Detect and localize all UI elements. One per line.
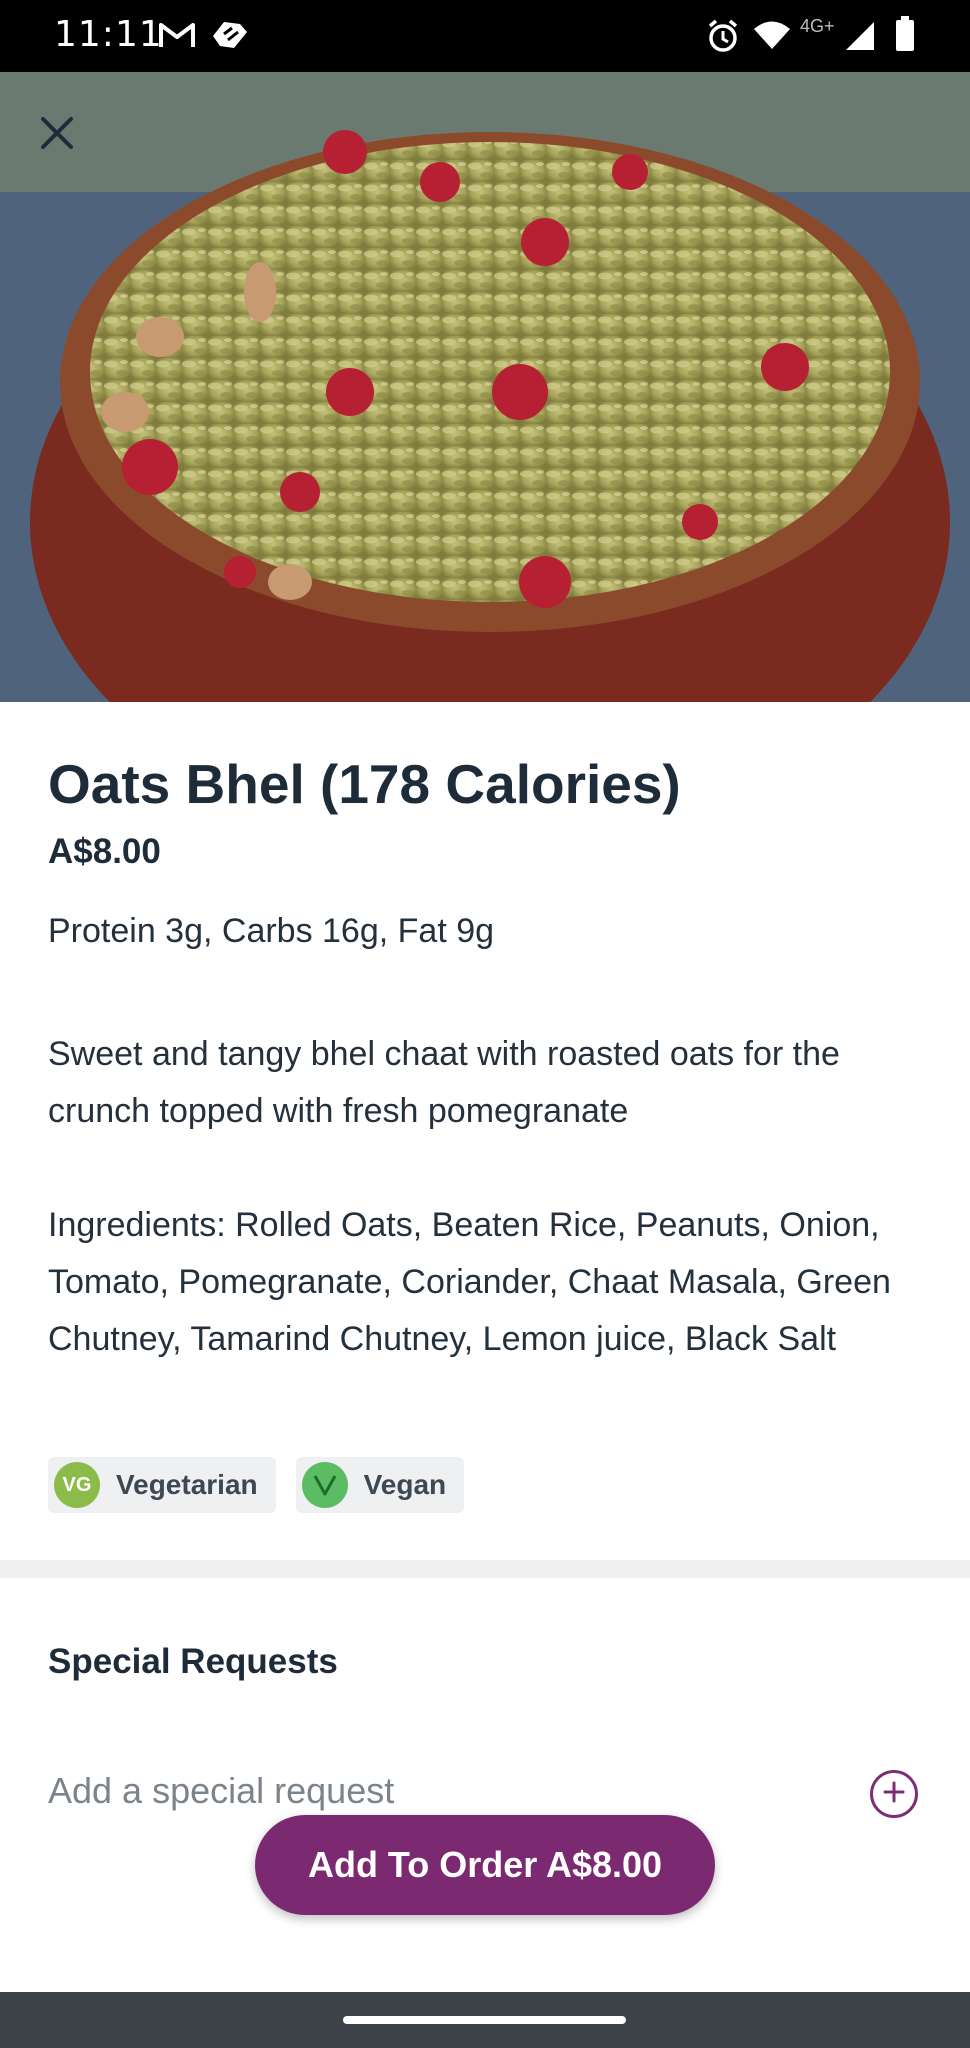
item-price: A$8.00 — [48, 832, 161, 871]
tag-label: Vegetarian — [116, 1469, 258, 1500]
special-requests-heading: Special Requests — [48, 1642, 338, 1681]
signal-icon — [844, 20, 876, 57]
status-bar: 11:11 4G+ — [0, 0, 970, 72]
vegetarian-badge-icon: VG — [54, 1462, 100, 1508]
dietary-tags: VG Vegetarian Vegan — [48, 1457, 465, 1513]
vegan-badge-icon — [301, 1462, 348, 1508]
item-title: Oats Bhel (178 Calories) — [48, 753, 681, 815]
special-request-field[interactable]: Add a special request — [48, 1770, 394, 1812]
item-macros: Protein 3g, Carbs 16g, Fat 9g — [48, 912, 495, 950]
tag-vegan: Vegan — [295, 1457, 465, 1513]
plus-icon[interactable] — [882, 1780, 906, 1809]
add-special-request-button[interactable] — [870, 1770, 918, 1818]
wifi-icon — [752, 20, 792, 55]
status-time: 11:11 — [54, 14, 163, 55]
network-type-label: 4G+ — [800, 16, 835, 36]
dish-image — [0, 72, 970, 702]
add-to-order-button[interactable]: Add To Order A$8.00 — [255, 1815, 715, 1915]
gmail-icon — [158, 20, 196, 55]
close-icon[interactable] — [40, 116, 74, 155]
tag-label: Vegan — [363, 1469, 447, 1500]
item-description: Sweet and tangy bhel chaat with roasted … — [48, 1035, 840, 1130]
home-gesture-handle[interactable] — [343, 2016, 626, 2024]
tag-vegetarian: VG Vegetarian — [48, 1457, 276, 1513]
section-divider — [0, 1560, 970, 1578]
item-ingredients: Ingredients: Rolled Oats, Beaten Rice, P… — [48, 1206, 891, 1358]
close-button[interactable] — [28, 106, 86, 164]
dish-photo-illustration — [0, 72, 970, 702]
alarm-icon — [706, 18, 740, 59]
battery-icon — [894, 16, 916, 57]
app-icon — [210, 18, 250, 57]
